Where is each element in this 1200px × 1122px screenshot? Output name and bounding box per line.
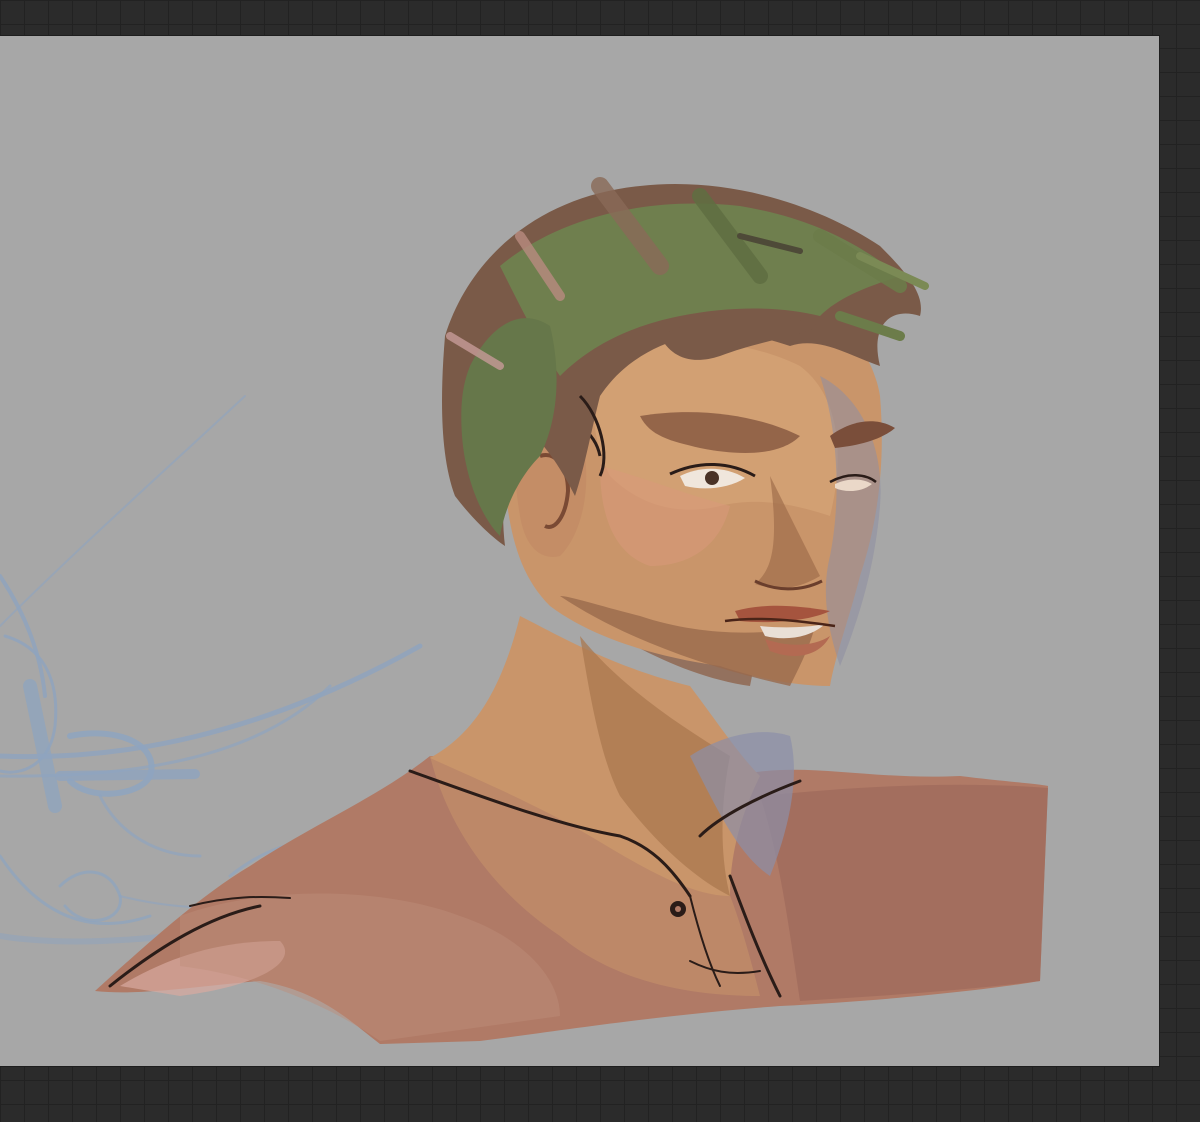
shirt-button — [670, 901, 686, 917]
sketch-curve — [58, 870, 122, 922]
iris-left — [705, 471, 719, 485]
shirt-shade — [760, 784, 1048, 1001]
app-workspace — [0, 0, 1200, 1122]
sketch-curve — [0, 395, 246, 627]
drawing-canvas[interactable] — [0, 36, 1159, 1066]
button-hole — [675, 906, 681, 912]
sketch-curve — [0, 643, 423, 760]
artwork-layer — [0, 177, 1048, 1044]
sketch-curve — [98, 794, 202, 858]
sketch-curve — [55, 769, 200, 781]
sketch-curve — [67, 730, 155, 797]
